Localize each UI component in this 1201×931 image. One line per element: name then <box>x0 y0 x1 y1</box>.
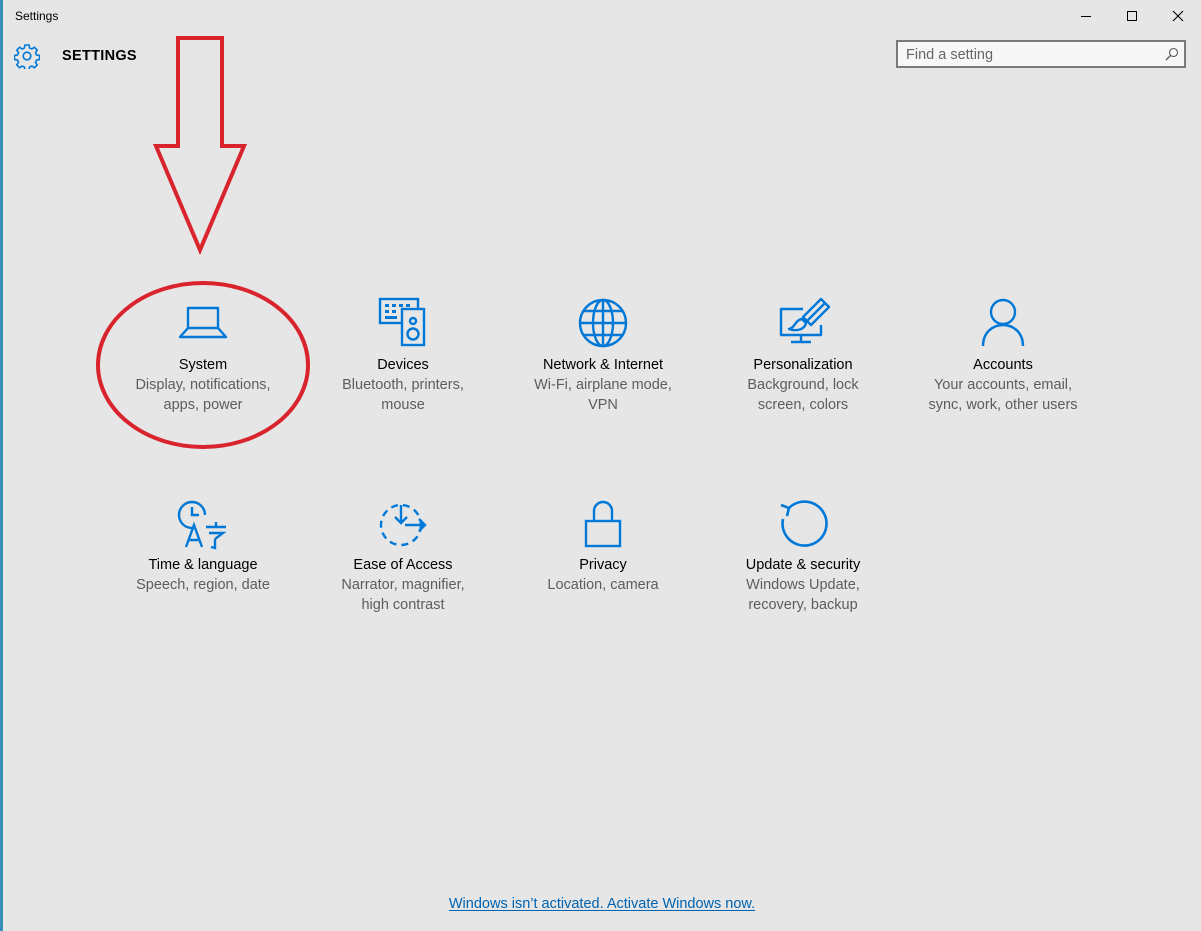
tile-description-line-1: Bluetooth, printers, <box>342 377 464 393</box>
tile-description-line-2: recovery, backup <box>748 597 858 613</box>
settings-window: Settings SETTINGS System <box>3 0 1201 931</box>
tile-name: Network & Internet <box>542 357 664 373</box>
tile-description-line-1: Speech, region, date <box>136 577 270 593</box>
activation-notice: Windows isn’t activated. Activate Window… <box>3 895 1201 913</box>
tile-description-line-1: Your accounts, email, <box>933 377 1073 393</box>
tile-description-line-2: high contrast <box>361 597 445 613</box>
tile-description-line-2: mouse <box>381 397 425 413</box>
minimize-button[interactable] <box>1063 0 1109 32</box>
activate-windows-link[interactable]: Windows isn’t activated. Activate Window… <box>449 896 755 912</box>
tile-update-security[interactable]: Update & security Windows Update, recove… <box>708 495 898 615</box>
search-box[interactable] <box>896 40 1186 68</box>
keyboard-speaker-icon <box>378 297 426 347</box>
tile-name: Privacy <box>579 557 627 573</box>
tile-system[interactable]: System Display, notifications, apps, pow… <box>108 295 298 415</box>
window-title: Settings <box>15 9 59 23</box>
tile-name: Personalization <box>753 357 853 373</box>
tile-privacy[interactable]: Privacy Location, camera <box>508 495 698 595</box>
tile-description-line-1: Windows Update, <box>746 577 860 593</box>
refresh-icon <box>780 500 828 547</box>
laptop-icon <box>178 306 228 339</box>
page-title: SETTINGS <box>62 48 137 64</box>
tile-description-line-1: Display, notifications, <box>135 377 271 393</box>
search-input[interactable] <box>906 45 1156 65</box>
title-bar: Settings <box>3 0 1201 32</box>
tile-description-line-1: Background, lock <box>747 377 859 393</box>
tile-name: Accounts <box>973 357 1033 373</box>
tile-name: Time & language <box>148 557 258 573</box>
paint-monitor-icon <box>779 297 831 344</box>
tile-name: Devices <box>377 357 429 373</box>
gear-icon <box>14 44 40 69</box>
tile-description-line-1: Narrator, magnifier, <box>341 577 465 593</box>
tile-personalization[interactable]: Personalization Background, lock screen,… <box>708 295 898 415</box>
search-icon[interactable] <box>1165 47 1179 61</box>
tile-network-internet[interactable]: Network & Internet Wi-Fi, airplane mode,… <box>508 295 698 415</box>
annotation-arrow <box>152 36 248 256</box>
lock-icon <box>584 500 622 548</box>
minimize-icon <box>1081 16 1091 17</box>
tile-description-line-2: VPN <box>588 397 618 413</box>
tile-description-line-1: Location, camera <box>547 577 659 593</box>
close-icon <box>1172 10 1184 22</box>
maximize-button[interactable] <box>1109 0 1155 32</box>
tile-name: Update & security <box>745 557 861 573</box>
globe-icon <box>578 298 628 348</box>
tile-devices[interactable]: Devices Bluetooth, printers, mouse <box>308 295 498 415</box>
tile-name: System <box>178 357 228 373</box>
tile-description-line-2: screen, colors <box>757 397 849 413</box>
tile-time-language[interactable]: Time & language Speech, region, date <box>108 495 298 595</box>
tile-ease-of-access[interactable]: Ease of Access Narrator, magnifier, high… <box>308 495 498 615</box>
tile-accounts[interactable]: Accounts Your accounts, email, sync, wor… <box>908 295 1098 415</box>
maximize-icon <box>1127 11 1137 21</box>
time-language-icon <box>177 500 227 550</box>
ease-of-access-icon <box>379 503 427 547</box>
tile-name: Ease of Access <box>353 557 453 573</box>
tile-description-line-1: Wi-Fi, airplane mode, <box>534 377 672 393</box>
person-icon <box>981 298 1025 347</box>
tile-description-line-2: apps, power <box>163 397 243 413</box>
close-button[interactable] <box>1155 0 1201 32</box>
tile-description-line-2: sync, work, other users <box>928 397 1078 413</box>
